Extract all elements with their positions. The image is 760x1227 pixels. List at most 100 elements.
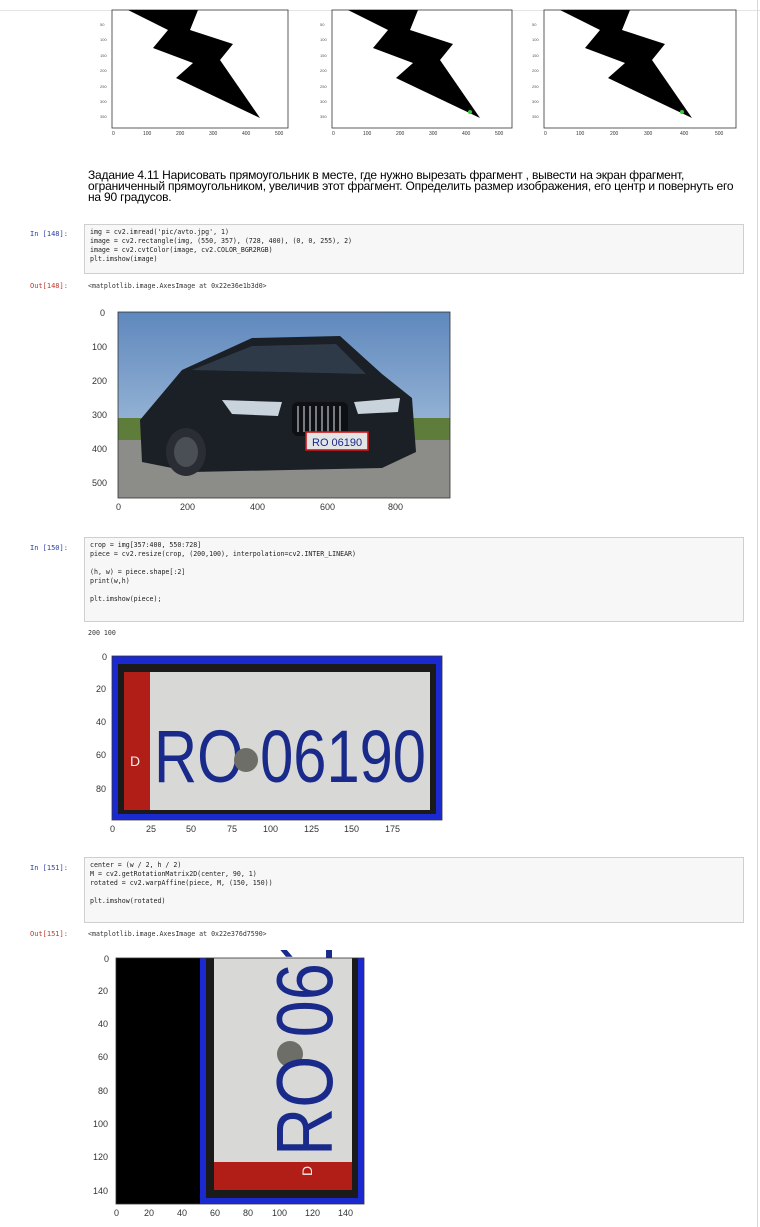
in-prompt: In [148]:: [30, 230, 68, 238]
tick-label: 300: [209, 131, 218, 137]
svg-text:100: 100: [320, 37, 327, 42]
svg-text:50: 50: [100, 22, 105, 27]
tick-label: 0: [110, 824, 116, 834]
task-description: Задание 4.11 Нарисовать прямоугольник в …: [88, 168, 734, 204]
tick-label: 60: [98, 1052, 109, 1062]
tick-label: 75: [227, 824, 238, 834]
car-plate-text: RO 06190: [312, 437, 362, 449]
tick-label: 40: [98, 1019, 109, 1029]
code-line: plt.imshow(piece);: [90, 595, 162, 603]
car-image-plot: RO 06190 0 100 200 300 400 500 0 200 400…: [82, 302, 462, 518]
tick-label: 800: [388, 502, 404, 512]
out-prompt: Out[151]:: [30, 930, 68, 938]
tick-label: 140: [93, 1186, 109, 1196]
code-line: M = cv2.getRotationMatrix2D(center, 90, …: [90, 870, 257, 878]
svg-text:150: 150: [100, 53, 107, 58]
svg-text:200: 200: [100, 68, 107, 73]
output-text: <matplotlib.image.AxesImage at 0x22e376d…: [88, 930, 267, 938]
tick-label: 300: [92, 410, 108, 420]
tick-label: 140: [338, 1208, 354, 1218]
tick-label: 200: [180, 502, 196, 512]
tick-label: 80: [96, 784, 107, 794]
svg-text:250: 250: [100, 84, 107, 89]
lightning-plot-2-xticks: 0 100 200 300 400 500: [318, 131, 514, 139]
tick-label: 20: [98, 986, 109, 996]
tick-label: 100: [363, 131, 372, 137]
code-line: plt.imshow(image): [90, 255, 158, 263]
tick-label: 500: [715, 131, 724, 137]
svg-text:350: 350: [532, 114, 539, 119]
svg-text:250: 250: [532, 84, 539, 89]
code-line: print(w,h): [90, 577, 130, 585]
tick-label: 400: [250, 502, 266, 512]
svg-text:300: 300: [320, 99, 327, 104]
svg-text:300: 300: [532, 99, 539, 104]
tick-label: 300: [644, 131, 653, 137]
tick-label: 0: [116, 502, 122, 512]
tick-label: 100: [263, 824, 279, 834]
plate-crop-plot: D RO 06190 0 20 40 60 80 0 25 50 75 100 …: [84, 650, 454, 840]
tick-label: 200: [610, 131, 619, 137]
tick-label: 100: [92, 342, 108, 352]
tick-label: 0: [114, 1208, 120, 1218]
tick-label: 500: [92, 478, 108, 488]
tick-label: 500: [495, 131, 504, 137]
tick-label: 150: [344, 824, 360, 834]
tick-label: 20: [96, 684, 107, 694]
rotated-side-letter: D: [299, 1166, 315, 1176]
tick-label: 0: [332, 131, 335, 137]
tick-label: 0: [104, 954, 110, 964]
stdout-text: 200 100: [88, 629, 116, 637]
code-line: image = cv2.cvtColor(image, cv2.COLOR_BG…: [90, 246, 273, 254]
svg-text:200: 200: [320, 68, 327, 73]
code-line: crop = img[357:400, 550:728]: [90, 541, 202, 549]
rotated-plate-plot: D RO 061 0 20 40 60 80 100 120 140 0 20 …: [84, 926, 384, 1222]
code-line: center = (w / 2, h / 2): [90, 861, 182, 869]
tick-label: 120: [93, 1152, 109, 1162]
tick-label: 300: [429, 131, 438, 137]
tick-label: 400: [462, 131, 471, 137]
tick-label: 200: [176, 131, 185, 137]
output-text: <matplotlib.image.AxesImage at 0x22e36e1…: [88, 282, 267, 290]
tick-label: 0: [544, 131, 547, 137]
tick-label: 120: [305, 1208, 321, 1218]
tick-label: 125: [304, 824, 320, 834]
svg-text:300: 300: [100, 99, 107, 104]
code-cell-150[interactable]: crop = img[357:400, 550:728] piece = cv2…: [84, 537, 744, 622]
tick-label: 400: [242, 131, 251, 137]
tick-label: 175: [385, 824, 401, 834]
tick-label: 50: [186, 824, 197, 834]
tick-label: 60: [96, 750, 107, 760]
scrollbar-track[interactable]: [757, 0, 758, 1227]
code-line: rotated = cv2.warpAffine(piece, M, (150,…: [90, 879, 273, 887]
code-line: piece = cv2.resize(crop, (200,100), inte…: [90, 550, 356, 558]
plate-side-letter: D: [130, 753, 140, 769]
tick-label: 80: [98, 1086, 109, 1096]
svg-text:350: 350: [100, 114, 107, 119]
tick-label: 20: [144, 1208, 155, 1218]
in-prompt: In [150]:: [30, 544, 68, 552]
tick-label: 0: [112, 131, 115, 137]
tick-label: 100: [576, 131, 585, 137]
rotated-plate-text: RO 061: [260, 950, 349, 1156]
lightning-plot-3-xticks: 0 100 200 300 400 500: [530, 131, 740, 139]
svg-text:50: 50: [532, 22, 537, 27]
lightning-plot-2: 50 100 150 200 250 300 350: [318, 8, 514, 134]
tick-label: 500: [275, 131, 284, 137]
tick-label: 200: [396, 131, 405, 137]
tick-label: 40: [177, 1208, 188, 1218]
tick-label: 0: [102, 652, 108, 662]
plate-text: RO 06190: [154, 715, 426, 798]
lightning-plot-1: 50 100 150 200 250 300 350: [98, 8, 294, 134]
code-line: image = cv2.rectangle(img, (550, 357), (…: [90, 237, 353, 245]
tick-label: 100: [272, 1208, 288, 1218]
svg-text:150: 150: [320, 53, 327, 58]
tick-label: 0: [100, 308, 106, 318]
code-line: (h, w) = piece.shape[:2]: [90, 568, 186, 576]
code-cell-148[interactable]: img = cv2.imread('pic/avto.jpg', 1) imag…: [84, 224, 744, 274]
code-line: plt.imshow(rotated): [90, 897, 166, 905]
code-cell-151[interactable]: center = (w / 2, h / 2) M = cv2.getRotat…: [84, 857, 744, 923]
